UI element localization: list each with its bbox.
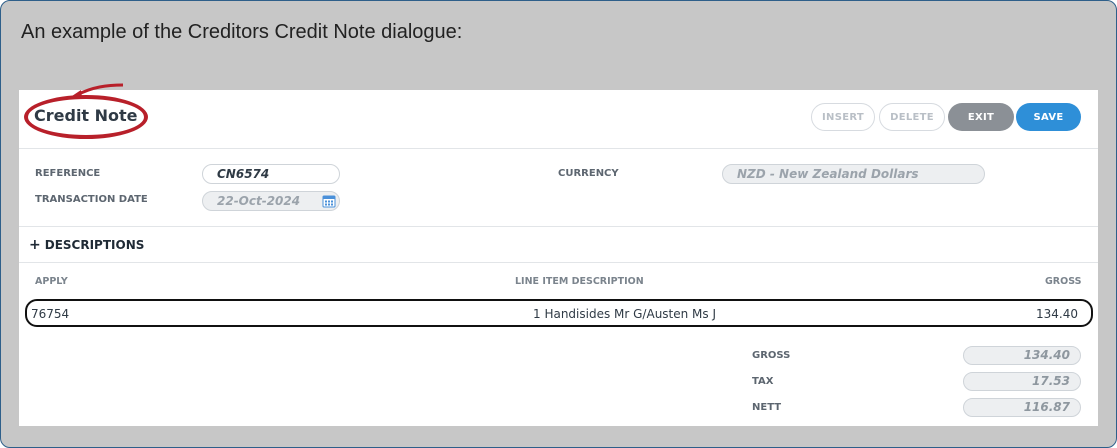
screenshot-frame: An example of the Creditors Credit Note … [0,0,1117,448]
gross-total-label: GROSS [752,350,791,361]
transaction-date-field[interactable]: 22-Oct-2024 [202,191,340,211]
credit-note-dialog: Credit Note INSERT DELETE EXIT SAVE REFE… [19,83,1098,426]
currency-label: CURRENCY [558,168,619,179]
descriptions-toggle[interactable]: + DESCRIPTIONS [29,237,144,253]
currency-field[interactable]: NZD - New Zealand Dollars [722,164,985,184]
tax-total-field: 17.53 [963,372,1081,391]
reference-label: REFERENCE [35,168,101,179]
cell-apply: 76754 [31,307,70,321]
nett-total-field: 116.87 [963,398,1081,417]
divider [19,226,1098,227]
column-header-gross: GROSS [1045,276,1082,287]
column-header-apply: APPLY [35,276,68,287]
calendar-icon[interactable] [322,194,336,208]
gross-total-field: 134.40 [963,346,1081,365]
highlight-arrow [69,83,124,98]
caption-text: An example of the Creditors Credit Note … [21,21,463,43]
delete-button[interactable]: DELETE [879,103,945,131]
reference-field[interactable]: CN6574 [202,164,340,184]
expand-icon: + [29,237,41,253]
divider [19,148,1098,149]
column-header-line-item-description: LINE ITEM DESCRIPTION [515,276,644,287]
nett-total-label: NETT [752,402,782,413]
transaction-date-label: TRANSACTION DATE [35,194,148,205]
cell-gross: 134.40 [1036,307,1078,321]
save-button[interactable]: SAVE [1016,103,1081,131]
insert-button[interactable]: INSERT [811,103,875,131]
tax-total-label: TAX [752,376,774,387]
exit-button[interactable]: EXIT [948,103,1014,131]
cell-line-item-description: 1 Handisides Mr G/Austen Ms J [533,307,717,321]
transaction-date-value: 22-Oct-2024 [217,194,301,208]
dialog-title: Credit Note [34,106,138,125]
divider [19,262,1098,263]
descriptions-label: DESCRIPTIONS [44,238,145,252]
